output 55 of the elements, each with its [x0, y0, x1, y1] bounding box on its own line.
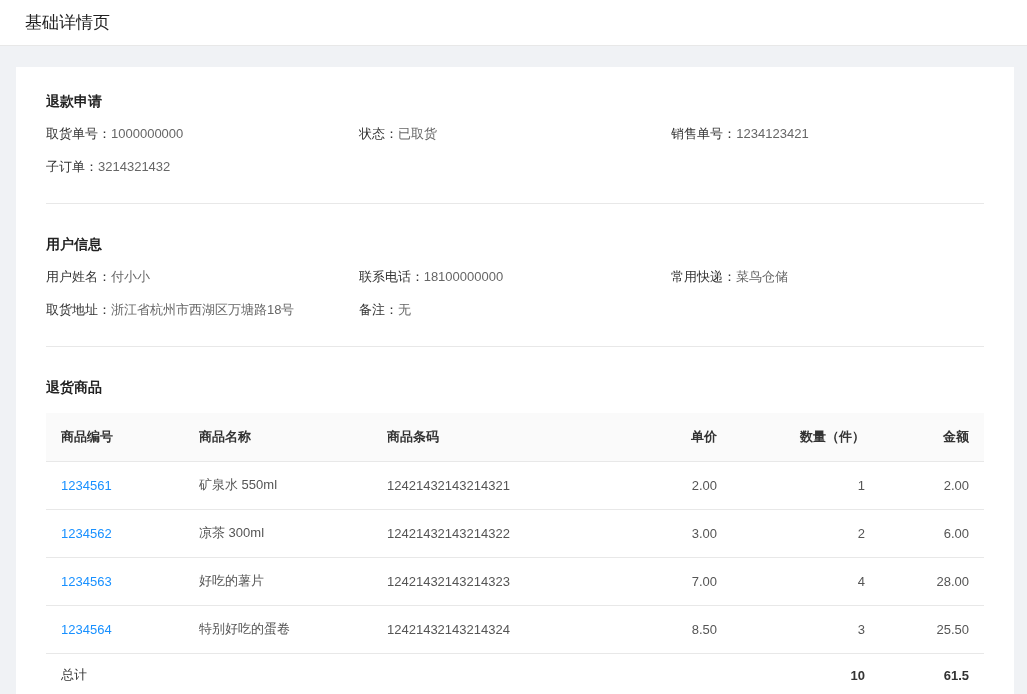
- column-header: 单价: [572, 413, 732, 461]
- column-header: 商品编号: [46, 413, 184, 461]
- table-cell: 25.50: [936, 621, 969, 637]
- table-cell: 28.00: [936, 573, 969, 589]
- table-cell: 2.00: [943, 477, 969, 493]
- table-cell: 7.00: [691, 573, 717, 589]
- column-header: 商品条码: [372, 413, 572, 461]
- product-link[interactable]: 1234563: [61, 573, 112, 589]
- product-link[interactable]: 1234562: [61, 525, 112, 541]
- field-value: 1000000000: [111, 126, 184, 141]
- table-cell: 好吃的薯片: [199, 573, 264, 588]
- field-value: 浙江省杭州市西湖区万塘路18号: [111, 300, 295, 319]
- table-cell: 3: [857, 621, 865, 637]
- table-cell: 12421432143214322: [387, 525, 510, 541]
- section-title: 用户信息: [46, 235, 103, 254]
- table-cell: 矿泉水 550ml: [199, 477, 278, 492]
- field-value: 3214321432: [98, 159, 171, 174]
- column-header: 数量（件）: [732, 413, 880, 461]
- field-label: 子订单：: [46, 157, 98, 176]
- table-cell: 2.00: [691, 477, 717, 493]
- page-title: 基础详情页: [25, 12, 110, 34]
- field-label: 联系电话：: [358, 267, 424, 286]
- total-amount: 61.5: [943, 667, 969, 683]
- total-label: 总计: [61, 667, 87, 683]
- table-cell: 6.00: [943, 525, 969, 541]
- table-cell: 12421432143214321: [387, 477, 510, 493]
- table-cell: 3.00: [691, 525, 717, 541]
- field-value: 18100000000: [423, 269, 504, 284]
- column-header: 商品名称: [184, 413, 372, 461]
- total-quantity: 10: [850, 667, 865, 683]
- table-cell: 8.50: [691, 621, 717, 637]
- section-title: 退货商品: [46, 378, 103, 397]
- section-title: 退款申请: [46, 92, 103, 111]
- field-value: 已取货: [397, 124, 437, 143]
- product-link[interactable]: 1234564: [61, 621, 112, 637]
- table-cell: 1: [857, 477, 865, 493]
- field-label: 销售单号：: [671, 124, 737, 143]
- table-cell: 凉茶 300ml: [199, 525, 265, 540]
- field-label: 用户姓名：: [46, 267, 111, 286]
- field-value: 1234123421: [736, 126, 809, 141]
- field-value: 付小小: [111, 267, 150, 286]
- field-label: 取货地址：: [46, 300, 111, 319]
- table-cell: 12421432143214324: [387, 621, 510, 637]
- table-cell: 4: [857, 573, 865, 589]
- field-label: 备注：: [358, 300, 398, 319]
- table-cell: 12421432143214323: [387, 573, 510, 589]
- field-label: 取货单号：: [46, 124, 111, 143]
- table-cell: 特别好吃的蛋卷: [199, 621, 290, 636]
- field-value: 无: [397, 300, 411, 319]
- field-label: 常用快递：: [671, 267, 737, 286]
- product-link[interactable]: 1234561: [61, 477, 112, 493]
- column-header: 金额: [880, 413, 984, 461]
- table-cell: 2: [857, 525, 865, 541]
- field-label: 状态：: [358, 124, 398, 143]
- field-value: 菜鸟仓储: [736, 267, 789, 286]
